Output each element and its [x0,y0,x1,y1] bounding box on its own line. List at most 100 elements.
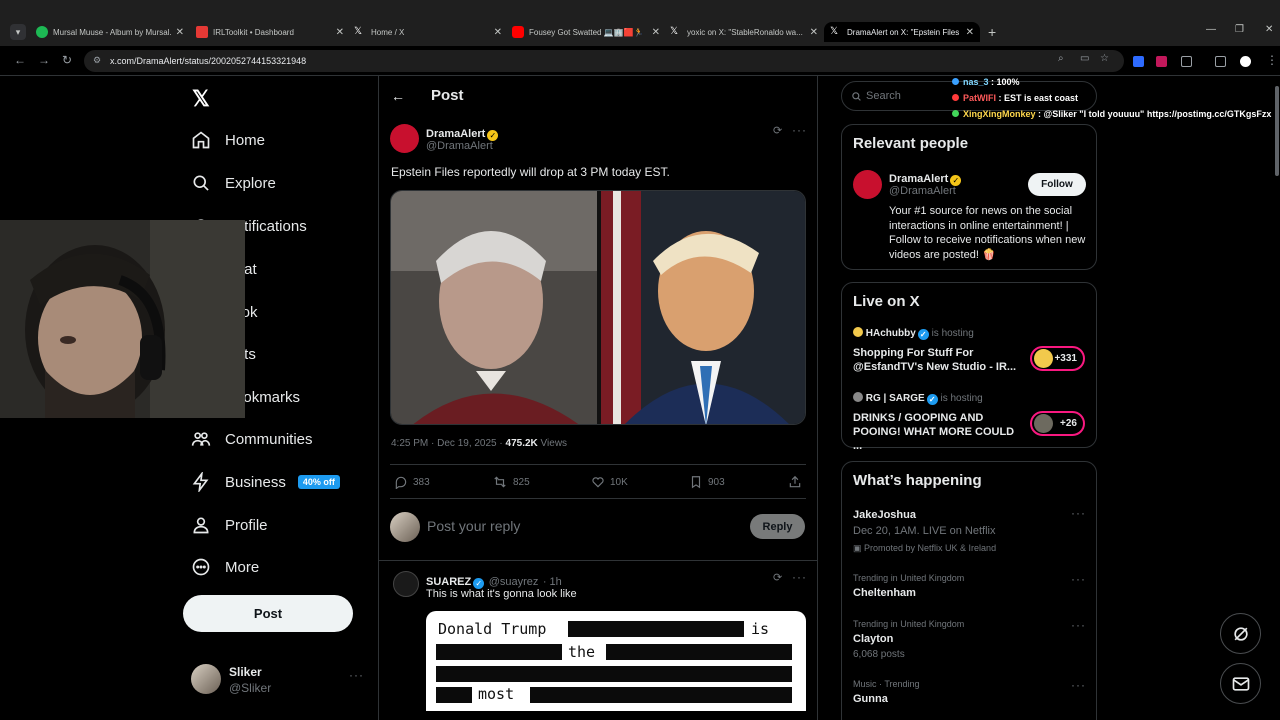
chat-badge-icon [952,110,959,117]
tab-groups-icon[interactable] [1215,56,1226,67]
divider [390,464,806,465]
back-icon[interactable]: ← [14,53,26,67]
x-favicon-icon: 𝕏 [354,26,363,37]
listener-avatar [1034,349,1053,368]
follow-button[interactable]: Follow [1028,173,1086,196]
live-host[interactable]: HAchubby ✓ is hosting [853,327,974,340]
x-favicon-icon: 𝕏 [670,26,679,37]
live-title[interactable]: Shopping For Stuff For @EsfandTV's New S… [853,346,1023,374]
grok-action-icon[interactable]: ⟳ [773,124,782,137]
reply-author-name: SUAREZ [426,576,472,588]
close-tab-icon[interactable]: ✕ [336,27,344,38]
nav-profile[interactable]: Profile [190,510,268,540]
restore-icon[interactable]: ❐ [1235,24,1244,35]
trend-sub: Dec 20, 1AM. LIVE on Netflix [853,525,996,537]
person-handle: @DramaAlert [889,185,956,197]
post-meta: 4:25 PM · Dec 19, 2025 · 475.2K Views [391,438,567,449]
trend-name[interactable]: Cheltenham [853,587,916,599]
cast-icon[interactable]: ▭ [1080,53,1089,64]
tab-search-button[interactable]: ▾ [10,24,26,40]
browser-tab-active[interactable]: 𝕏 DramaAlert on X: "Epstein Files... ✕ [824,22,980,42]
extension-icon[interactable] [1156,56,1167,67]
reload-icon[interactable]: ↻ [62,53,72,67]
view-count: 475.2K [505,438,538,449]
verified-blue-icon: ✓ [926,394,938,405]
extensions-puzzle-icon[interactable] [1181,56,1192,67]
close-window-icon[interactable]: ✕ [1265,24,1273,35]
repost-icon [494,476,506,488]
redacted-word: is [751,620,770,638]
menu-kebab-icon[interactable]: ⋮ [1266,53,1278,67]
live-listeners-pill[interactable]: +26 [1030,411,1085,436]
site-info-icon[interactable]: ⚙ [93,55,101,66]
forward-icon[interactable]: → [38,53,50,67]
promoted-icon: ▣ [853,543,865,553]
reply-author-handle: @suayrez [488,576,539,588]
reply-author-avatar[interactable] [393,571,419,597]
close-tab-icon[interactable]: ✕ [966,27,974,38]
reply-button[interactable]: Reply [750,514,805,539]
close-tab-icon[interactable]: ✕ [652,27,660,38]
reply-action[interactable]: 383 [394,475,430,489]
nav-explore[interactable]: Explore [190,168,276,198]
messages-floating-button[interactable] [1220,663,1261,704]
repost-action[interactable]: 825 [492,475,530,489]
zoom-icon[interactable]: ⌕ [1058,53,1064,64]
post-button[interactable]: Post [183,595,353,632]
trend-name[interactable]: Gunna [853,693,888,705]
browser-tab[interactable]: IRLToolkit • Dashboard ✕ [196,22,344,42]
redacted-document-image[interactable]: Donald Trump is the most [426,611,806,711]
more-dots-icon[interactable]: ··· [1071,506,1086,520]
close-tab-icon[interactable]: ✕ [494,27,502,38]
extension-icon[interactable] [1133,56,1144,67]
relevant-people-card: Relevant people DramaAlert ✓ @DramaAlert … [841,124,1097,270]
url-field[interactable]: ⚙ x.com/DramaAlert/status/20020527441533… [84,50,1124,72]
browser-tab[interactable]: 𝕏 yoxic on X: "StableRonaldo wa... ✕ [670,22,818,42]
author-avatar[interactable] [390,124,419,153]
close-tab-icon[interactable]: ✕ [176,27,184,38]
bookmark-action[interactable]: 903 [689,475,725,489]
x-logo-icon[interactable]: 𝕏 [192,86,210,112]
nav-label: Business [225,473,286,491]
browser-tab[interactable]: 𝕏 Home / X ✕ [354,22,502,42]
listener-count: +331 [1054,353,1077,364]
live-host[interactable]: RG | SARGE ✓ is hosting [853,392,983,405]
new-tab-button[interactable]: + [988,24,996,40]
author-handle: @DramaAlert [426,140,493,152]
grok-floating-button[interactable] [1220,613,1261,654]
more-dots-icon[interactable]: ··· [792,123,807,137]
nav-business[interactable]: Business 40% off [190,467,340,497]
nav-home[interactable]: Home [190,125,265,155]
more-dots-icon[interactable]: ··· [792,570,807,584]
trend-name[interactable]: JakeJoshua [853,509,916,521]
nav-communities[interactable]: Communities [190,424,313,454]
grok-action-icon[interactable]: ⟳ [773,571,782,584]
more-dots-icon[interactable]: ··· [1071,618,1086,632]
more-dots-icon[interactable]: ··· [1071,572,1086,586]
close-tab-icon[interactable]: ✕ [810,27,818,38]
browser-tab[interactable]: Mursal Muuse - Album by Mursal... ✕ [36,22,184,42]
trend-name[interactable]: Clayton [853,633,893,645]
browser-tab[interactable]: Fousey Got Swatted 💻🏢🟥🏃 ✕ [512,22,660,42]
minimize-icon[interactable]: — [1206,24,1216,35]
share-action[interactable] [788,475,807,489]
reply-count: 383 [413,476,430,488]
live-listeners-pill[interactable]: +331 [1030,346,1085,371]
more-dots-icon[interactable]: ··· [1071,678,1086,692]
card-title: Live on X [853,293,920,310]
avatar[interactable] [853,170,882,199]
chat-badge-icon [952,94,959,101]
chat-badge-icon [952,78,959,85]
post-image[interactable] [390,190,806,425]
scrollbar-thumb[interactable] [1275,86,1279,176]
profile-avatar-icon[interactable] [1240,56,1251,67]
back-arrow-icon[interactable]: ← [391,88,405,104]
star-icon[interactable]: ☆ [1100,53,1109,64]
like-action[interactable]: 10K [591,475,628,489]
reply-input[interactable]: Post your reply [427,518,520,534]
more-circle-icon [190,556,212,578]
more-dots-icon[interactable]: ··· [349,668,364,682]
live-title[interactable]: DRINKS / GOOPING AND POOING! WHAT MORE C… [853,411,1023,453]
nav-more[interactable]: More [190,552,259,582]
trend-promo-text: Promoted by Netflix UK & Ireland [864,543,997,553]
